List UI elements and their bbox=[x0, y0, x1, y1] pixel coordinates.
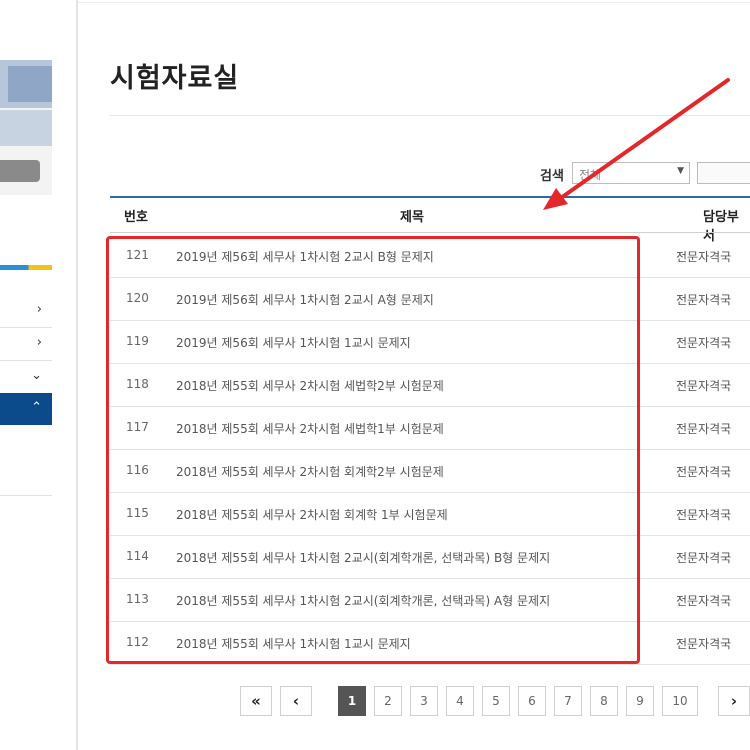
table-top-border bbox=[110, 196, 750, 198]
row-department: 전문자격국 bbox=[676, 422, 732, 436]
pagination-page-5[interactable]: 5 bbox=[482, 686, 510, 716]
column-header-subject: 제목 bbox=[400, 210, 424, 225]
pagination-page-10[interactable]: 10 bbox=[662, 686, 698, 716]
pagination-page-3[interactable]: 3 bbox=[410, 686, 438, 716]
search-category-select[interactable]: 전체 ▼ bbox=[572, 162, 690, 184]
sidebar-banner-button[interactable] bbox=[0, 160, 40, 182]
row-department: 전문자격국 bbox=[676, 336, 732, 350]
row-department: 전문자격국 bbox=[676, 508, 732, 522]
row-department: 전문자격국 bbox=[676, 250, 732, 264]
pagination-first-button[interactable]: « bbox=[240, 686, 272, 716]
pagination-prev-button[interactable]: ‹ bbox=[280, 686, 312, 716]
pagination-page-9[interactable]: 9 bbox=[626, 686, 654, 716]
caret-down-icon: ▼ bbox=[677, 166, 684, 176]
sidebar-divider bbox=[0, 495, 52, 496]
column-header-number: 번호 bbox=[124, 210, 148, 225]
chevron-down-icon: ⌄ bbox=[31, 368, 42, 383]
pagination-page-1[interactable]: 1 bbox=[338, 686, 366, 716]
sidebar-item-2[interactable]: › bbox=[0, 328, 52, 361]
page-title: 시험자료실 bbox=[110, 63, 240, 94]
pagination-page-4[interactable]: 4 bbox=[446, 686, 474, 716]
row-department: 전문자격국 bbox=[676, 551, 732, 565]
pagination-next-button[interactable]: › bbox=[718, 686, 750, 716]
pagination-page-8[interactable]: 8 bbox=[590, 686, 618, 716]
row-department: 전문자격국 bbox=[676, 637, 732, 651]
title-divider bbox=[110, 115, 750, 116]
sidebar-item-active[interactable]: ⌃ bbox=[0, 393, 52, 425]
top-divider bbox=[0, 2, 750, 3]
chevron-right-icon: › bbox=[36, 335, 42, 350]
row-department: 전문자격국 bbox=[676, 293, 732, 307]
row-department: 전문자격국 bbox=[676, 379, 732, 393]
table-header-divider bbox=[110, 232, 750, 233]
chevron-up-icon: ⌃ bbox=[31, 400, 42, 415]
search-input[interactable] bbox=[697, 162, 750, 184]
search-label: 검색 bbox=[540, 169, 564, 184]
sidebar-color-bar bbox=[0, 265, 52, 270]
pagination-page-2[interactable]: 2 bbox=[374, 686, 402, 716]
pagination-page-7[interactable]: 7 bbox=[554, 686, 582, 716]
search-select-value: 전체 bbox=[579, 168, 602, 182]
pagination-page-6[interactable]: 6 bbox=[518, 686, 546, 716]
sidebar-item-1[interactable]: › bbox=[0, 295, 52, 328]
row-department: 전문자격국 bbox=[676, 594, 732, 608]
highlight-box-annotation bbox=[106, 236, 640, 664]
row-department: 전문자격국 bbox=[676, 465, 732, 479]
chevron-right-icon: › bbox=[36, 302, 42, 317]
sidebar-banner bbox=[0, 60, 52, 195]
sidebar-item-3[interactable]: ⌄ bbox=[0, 361, 52, 394]
